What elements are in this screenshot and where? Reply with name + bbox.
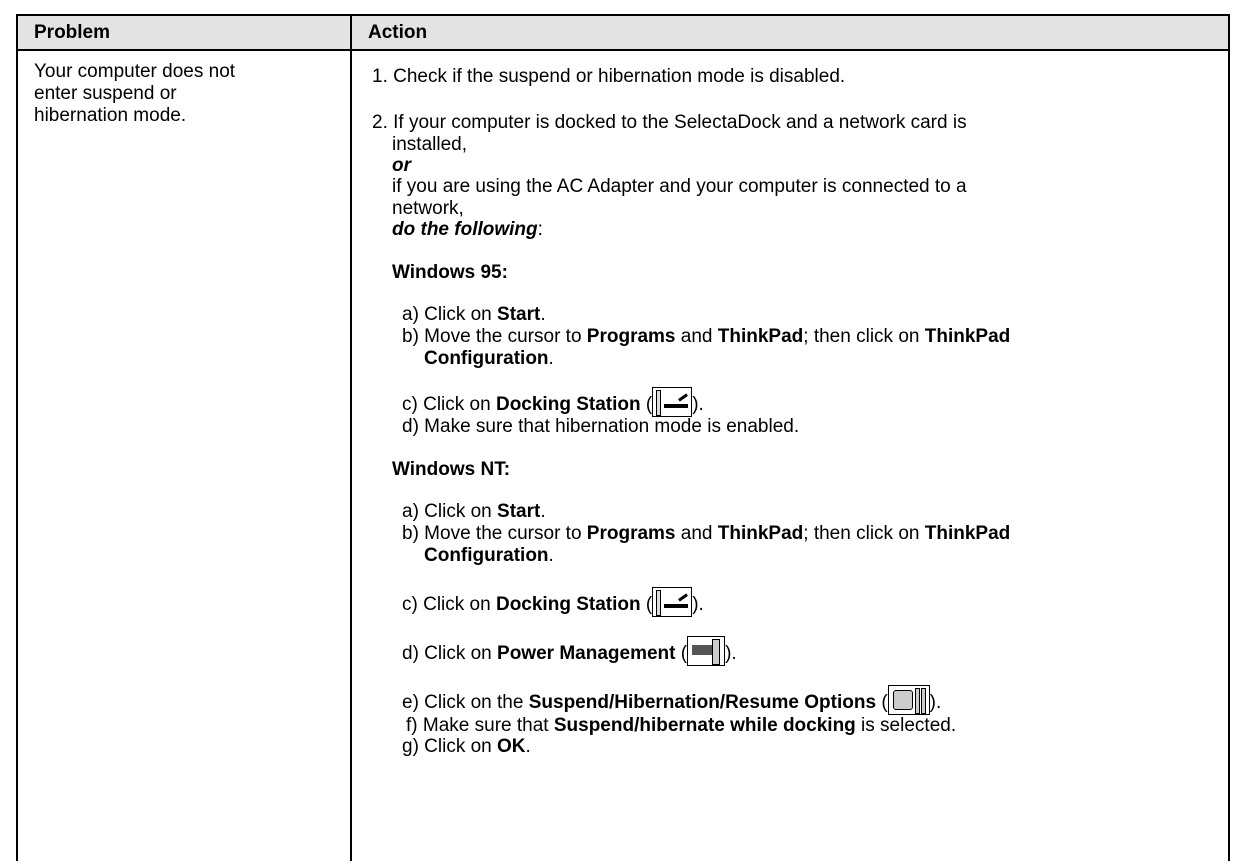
problem-line: Your computer does not — [34, 61, 236, 82]
step-2-line: 2. If your computer is docked to the Sel… — [372, 112, 967, 133]
header-problem: Problem — [34, 22, 111, 43]
step-2-line: if you are using the AC Adapter and your… — [392, 176, 967, 197]
docking-station-icon — [652, 387, 693, 417]
winnt-step-b-cont: Configuration. — [424, 545, 554, 566]
win95-step-a: a) Click on Start. — [402, 304, 546, 325]
column-divider — [350, 16, 352, 861]
winnt-step-e: e) Click on the Suspend/Hibernation/Resu… — [402, 685, 941, 715]
win95-step-d: d) Make sure that hibernation mode is en… — [402, 416, 800, 437]
winnt-step-g: g) Click on OK. — [402, 736, 531, 757]
table-header: Problem Action — [18, 16, 1228, 51]
windows-95-heading: Windows 95: — [392, 262, 508, 283]
problem-line: hibernation mode. — [34, 105, 187, 126]
windows-nt-heading: Windows NT: — [392, 459, 511, 480]
power-management-icon — [687, 636, 726, 666]
step-2-or: or — [392, 155, 411, 176]
win95-step-b: b) Move the cursor to Programs and Think… — [402, 326, 1011, 347]
docking-station-icon — [652, 587, 693, 617]
winnt-step-d: d) Click on Power Management (). — [402, 636, 737, 666]
win95-step-b-cont: Configuration. — [424, 348, 554, 369]
step-2-line: installed, — [392, 134, 467, 155]
step-1: 1. Check if the suspend or hibernation m… — [372, 66, 846, 87]
problem-cell: Your computer does not enter suspend or … — [34, 61, 334, 127]
header-action: Action — [368, 22, 428, 43]
winnt-step-c: c) Click on Docking Station (). — [402, 587, 704, 617]
winnt-step-a: a) Click on Start. — [402, 501, 546, 522]
win95-step-c: c) Click on Docking Station (). — [402, 387, 704, 417]
problem-line: enter suspend or — [34, 83, 177, 104]
suspend-options-icon — [887, 685, 930, 715]
winnt-step-b: b) Move the cursor to Programs and Think… — [402, 523, 1011, 544]
troubleshooting-table: Problem Action Your computer does not en… — [16, 14, 1230, 861]
step-2-do-following: do the following: — [392, 219, 543, 240]
step-2-line: network, — [392, 198, 464, 219]
winnt-step-f: f) Make sure that Suspend/hibernate whil… — [406, 715, 957, 736]
